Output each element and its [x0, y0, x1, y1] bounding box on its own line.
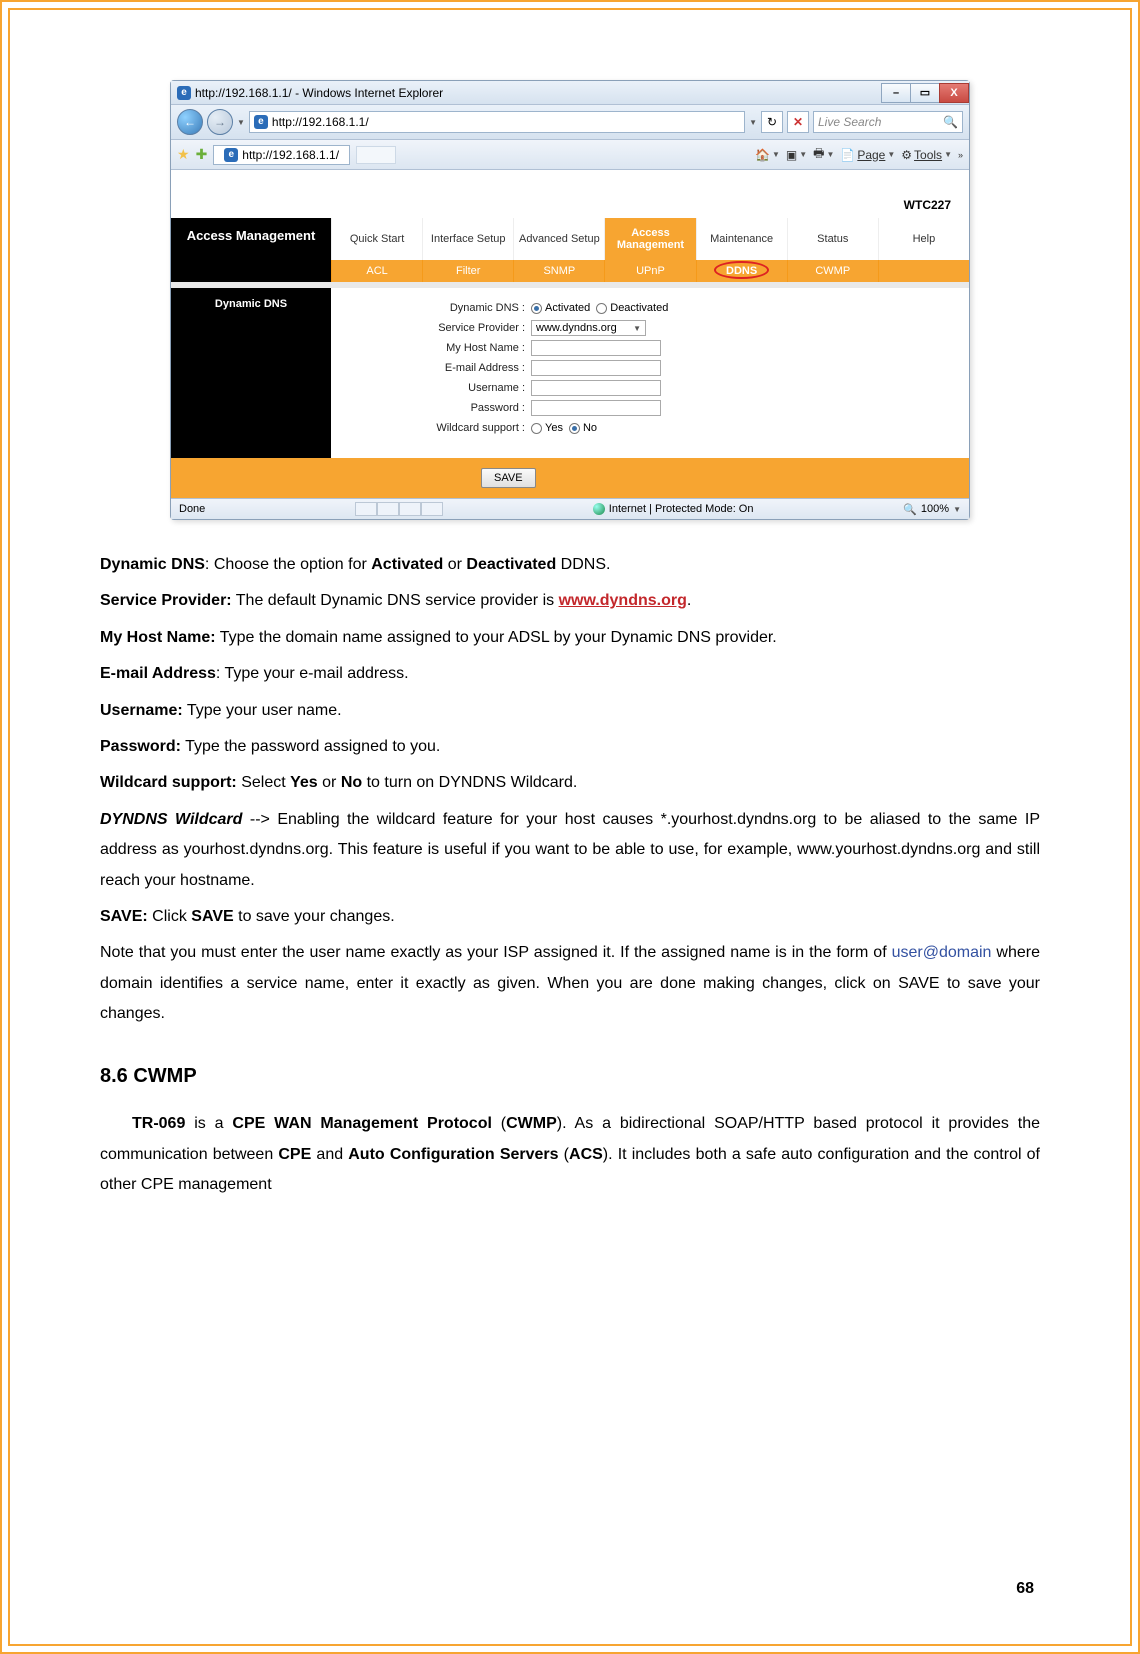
page-menu[interactable]: 📄 Page▼: [840, 148, 895, 162]
status-mode: Internet | Protected Mode: On: [609, 503, 754, 515]
save-bar: SAVE: [171, 458, 969, 498]
add-favorites-icon[interactable]: ✚: [196, 146, 208, 163]
nav-status[interactable]: Status: [787, 218, 878, 260]
window-title: http://192.168.1.1/ - Windows Internet E…: [195, 86, 443, 100]
input-host-name[interactable]: [531, 340, 661, 356]
input-email[interactable]: [531, 360, 661, 376]
zoom-level: 100%: [921, 503, 949, 515]
favorites-icon[interactable]: ★: [177, 146, 190, 163]
close-button[interactable]: X: [939, 83, 969, 103]
url-input[interactable]: e http://192.168.1.1/: [249, 111, 745, 133]
zoom-dropdown-icon[interactable]: ▼: [953, 505, 961, 514]
stop-button[interactable]: ✕: [787, 111, 809, 133]
minimize-button[interactable]: –: [881, 83, 911, 103]
print-button[interactable]: 🖶▼: [813, 144, 834, 165]
nav-access-management[interactable]: Access Management: [604, 218, 695, 260]
title-bar: e http://192.168.1.1/ - Windows Internet…: [171, 81, 969, 105]
subnav-spacer: [878, 260, 969, 282]
nav-advanced-setup[interactable]: Advanced Setup: [513, 218, 604, 260]
radio-wildcard-yes[interactable]: [531, 423, 542, 434]
home-button[interactable]: 🏠▼: [755, 148, 780, 162]
label-password: Password :: [341, 402, 531, 414]
back-button[interactable]: ←: [177, 109, 203, 135]
subnav-snmp[interactable]: SNMP: [513, 260, 604, 282]
search-placeholder: Live Search: [818, 115, 881, 129]
radio-activated[interactable]: [531, 303, 542, 314]
url-text: http://192.168.1.1/: [272, 115, 369, 129]
search-icon[interactable]: 🔍: [943, 115, 958, 129]
page-content: WTC227 Access Management Quick Start Int…: [171, 170, 969, 498]
tab-title: http://192.168.1.1/: [242, 148, 339, 162]
browser-tab[interactable]: e http://192.168.1.1/: [213, 145, 350, 165]
save-button[interactable]: SAVE: [481, 468, 536, 488]
highlight-circle: [714, 261, 769, 279]
refresh-button[interactable]: ↻: [761, 111, 783, 133]
history-dropdown-icon[interactable]: ▼: [237, 118, 245, 127]
new-tab-button[interactable]: [356, 146, 396, 164]
maximize-button[interactable]: ▭: [910, 83, 940, 103]
subnav-cwmp[interactable]: CWMP: [787, 260, 878, 282]
ie-icon: e: [177, 86, 191, 100]
browser-window: e http://192.168.1.1/ - Windows Internet…: [170, 80, 970, 520]
document-text: Dynamic DNS: Choose the option for Activ…: [100, 550, 1040, 1201]
status-bar: Done Internet | Protected Mode: On 🔍 100…: [171, 498, 969, 519]
subnav-acl[interactable]: ACL: [331, 260, 422, 282]
nav-help[interactable]: Help: [878, 218, 969, 260]
url-dropdown-icon[interactable]: ▼: [749, 118, 757, 127]
label-service-provider: Service Provider :: [341, 322, 531, 334]
radio-wildcard-no[interactable]: [569, 423, 580, 434]
label-dynamic-dns: Dynamic DNS :: [341, 302, 531, 314]
label-wildcard: Wildcard support :: [341, 422, 531, 434]
label-username: Username :: [341, 382, 531, 394]
address-bar: ← → ▼ e http://192.168.1.1/ ▼ ↻ ✕ Live S…: [171, 105, 969, 140]
feeds-button[interactable]: ▣▼: [786, 148, 807, 162]
radio-deactivated[interactable]: [596, 303, 607, 314]
label-host-name: My Host Name :: [341, 342, 531, 354]
zoom-icon[interactable]: 🔍: [903, 503, 917, 516]
label-email: E-mail Address :: [341, 362, 531, 374]
section-heading-cwmp: 8.6 CWMP: [100, 1057, 1040, 1095]
status-done: Done: [179, 503, 205, 515]
panel-heading: Dynamic DNS: [171, 288, 331, 458]
device-model: WTC227: [904, 198, 951, 212]
example-user-domain: user@domain: [892, 944, 992, 961]
subnav-ddns[interactable]: DDNS: [696, 260, 787, 282]
nav-quick-start[interactable]: Quick Start: [331, 218, 422, 260]
nav-interface-setup[interactable]: Interface Setup: [422, 218, 513, 260]
select-service-provider[interactable]: www.dyndns.org ▼: [531, 320, 646, 336]
tools-menu[interactable]: ⚙ Tools▼: [901, 148, 952, 162]
section-title: Access Management: [171, 218, 331, 282]
favorites-bar: ★ ✚ e http://192.168.1.1/ 🏠▼ ▣▼ 🖶▼ 📄 Pag…: [171, 140, 969, 170]
page-number: 68: [1016, 1580, 1034, 1598]
search-box[interactable]: Live Search 🔍: [813, 111, 963, 133]
link-dyndns[interactable]: www.dyndns.org: [559, 592, 687, 609]
globe-icon: [593, 503, 605, 515]
forward-button[interactable]: →: [207, 109, 233, 135]
chevron-down-icon: ▼: [633, 324, 641, 333]
overflow-icon[interactable]: »: [958, 150, 963, 160]
subnav-upnp[interactable]: UPnP: [604, 260, 695, 282]
input-password[interactable]: [531, 400, 661, 416]
nav-maintenance[interactable]: Maintenance: [696, 218, 787, 260]
tab-icon: e: [224, 148, 238, 162]
page-icon: e: [254, 115, 268, 129]
input-username[interactable]: [531, 380, 661, 396]
subnav-filter[interactable]: Filter: [422, 260, 513, 282]
